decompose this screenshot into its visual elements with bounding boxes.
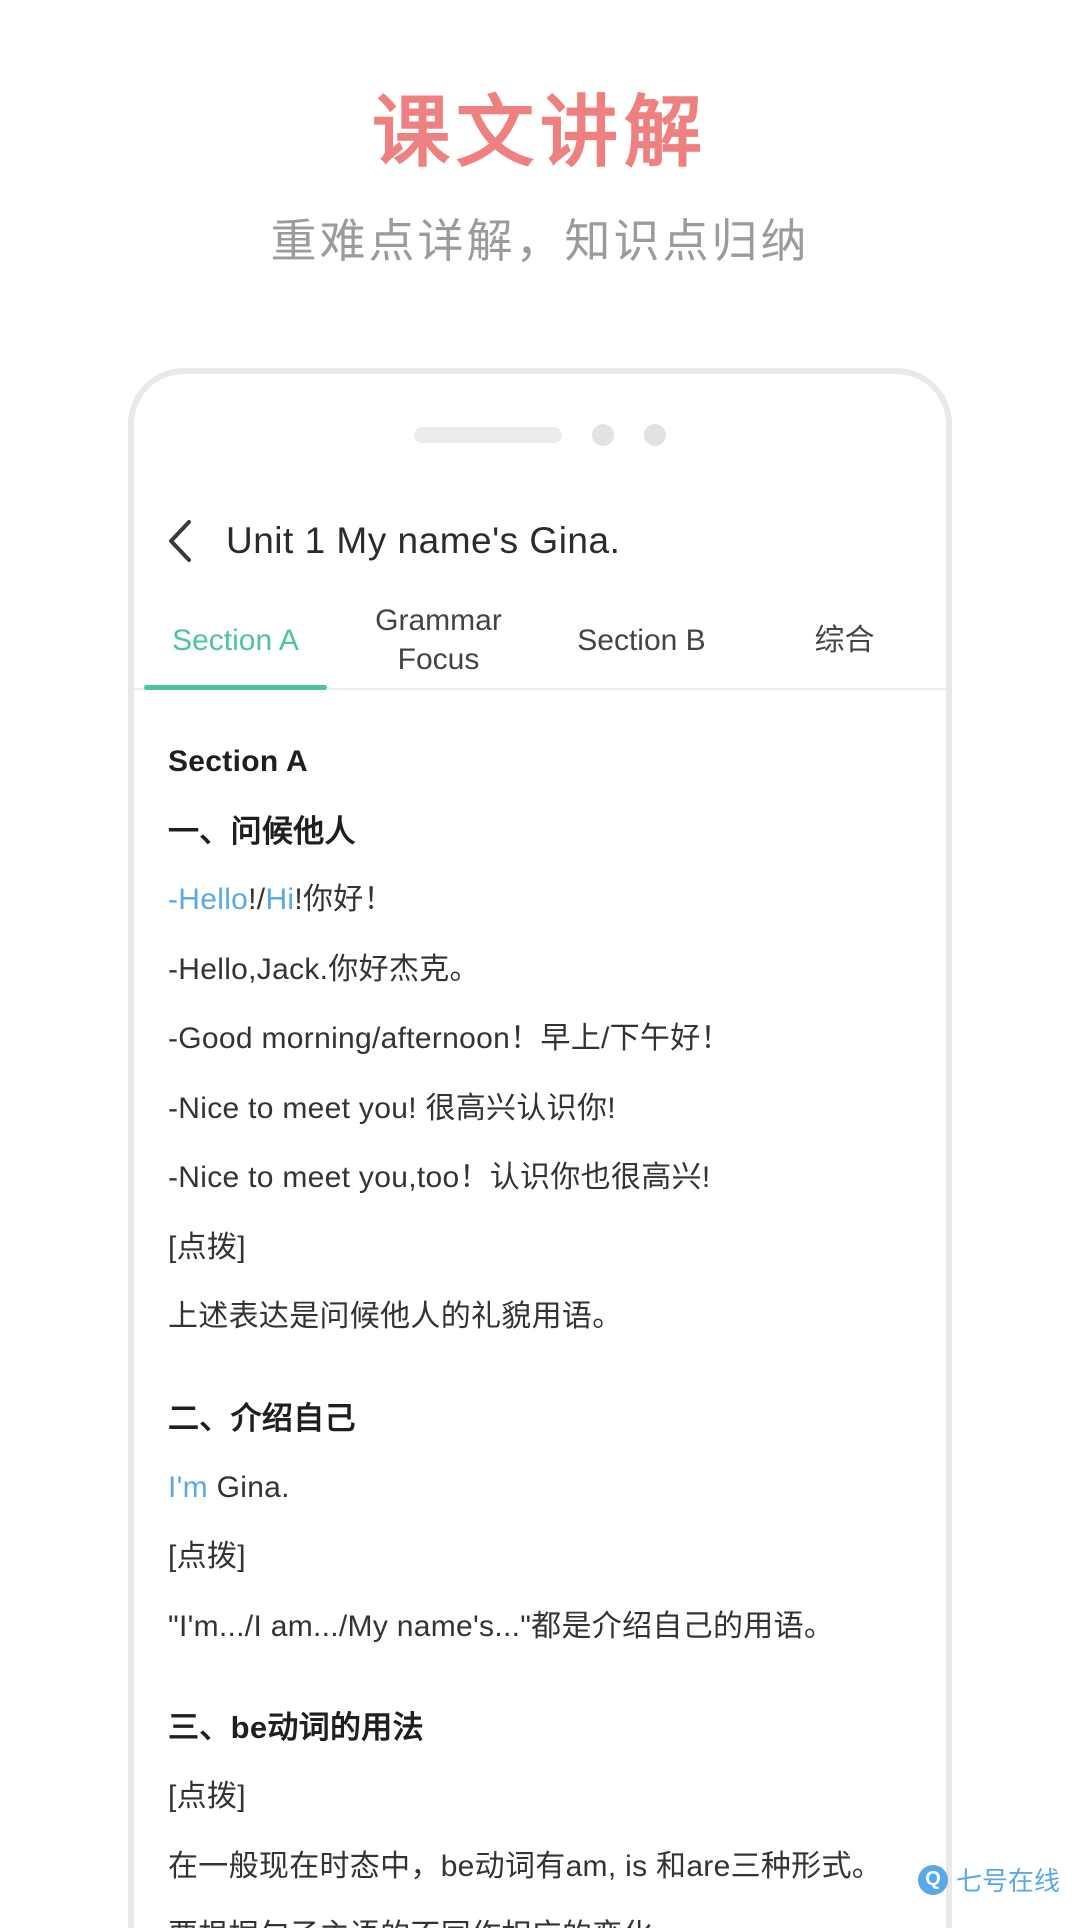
tab-label: Grammar Focus — [375, 604, 502, 676]
camera-dot — [592, 424, 614, 446]
content-heading-3: 三、be动词的用法 — [168, 1710, 424, 1746]
content-line-greeting-4: -Nice to meet you! 很高兴认识你! — [168, 1091, 616, 1125]
tab-grammar-focus[interactable]: Grammar Focus — [337, 592, 540, 688]
content-line-greeting-2: -Hello,Jack.你好杰克。 — [168, 952, 480, 986]
page-title: Unit 1 My name's Gina. — [226, 520, 621, 561]
plain-text: !你好！ — [294, 883, 394, 917]
app-navbar: Unit 1 My name's Gina. — [134, 490, 946, 592]
content-section-title: Section A — [168, 745, 308, 778]
tab-bar: Section A Grammar Focus Section B 综合 — [134, 592, 946, 690]
highlight-im: I'm — [168, 1470, 208, 1504]
tab-section-a[interactable]: Section A — [134, 592, 337, 690]
content-note-text-3: 在一般现在时态中，be动词有am, is 和are三种形式。 — [168, 1849, 883, 1883]
phone-mockup: Unit 1 My name's Gina. Section A Grammar… — [128, 368, 952, 1928]
lesson-content[interactable]: Section A 一、问候他人 -Hello!/Hi!你好！ -Hello,J… — [134, 688, 946, 1928]
plain-text: Gina. — [207, 1470, 290, 1504]
content-line-greeting-3: -Good morning/afternoon！早上/下午好！ — [168, 1022, 731, 1056]
sensor-dot — [644, 424, 666, 446]
content-note-label-2: [点拨] — [168, 1540, 246, 1574]
watermark: Q 七号在线 — [917, 1861, 1060, 1898]
speaker-grille — [414, 427, 562, 443]
watermark-text: 七号在线 — [955, 1866, 1060, 1896]
watermark-badge-icon: Q — [917, 1864, 948, 1895]
content-heading-1: 一、问候他人 — [168, 813, 356, 849]
promo-subtitle: 重难点详解，知识点归纳 — [270, 215, 810, 267]
content-heading-2: 二、介绍自己 — [168, 1400, 356, 1436]
promo-title: 课文讲解 — [371, 88, 708, 176]
chevron-left-icon — [169, 520, 191, 562]
content-note-text-4: 要根据句子主语的不同作相应的变化。 — [168, 1914, 912, 1928]
back-button[interactable] — [134, 516, 226, 566]
tab-label: Section A — [172, 623, 299, 657]
content-line-greeting-5: -Nice to meet you,too！认识你也很高兴! — [168, 1161, 711, 1195]
phone-speaker-area — [134, 420, 946, 450]
tab-comprehensive[interactable]: 综合 — [743, 592, 946, 688]
tab-label: Section B — [577, 623, 706, 657]
content-note-label-1: [点拨] — [168, 1230, 246, 1264]
content-note-text-1: 上述表达是问候他人的礼貌用语。 — [168, 1300, 623, 1334]
content-note-label-3: [点拨] — [168, 1780, 246, 1814]
highlight-hello: -Hello — [168, 883, 249, 917]
tab-label: 综合 — [814, 623, 875, 657]
plain-text: !/ — [248, 883, 266, 917]
tab-section-b[interactable]: Section B — [540, 592, 743, 688]
content-note-text-2: "I'm.../I am.../My name's..."都是介绍自己的用语。 — [168, 1609, 835, 1643]
content-line-greeting-1: -Hello!/Hi!你好！ — [168, 878, 912, 922]
highlight-hi: Hi — [265, 883, 295, 917]
content-line-intro-1: I'm Gina. — [168, 1466, 912, 1510]
